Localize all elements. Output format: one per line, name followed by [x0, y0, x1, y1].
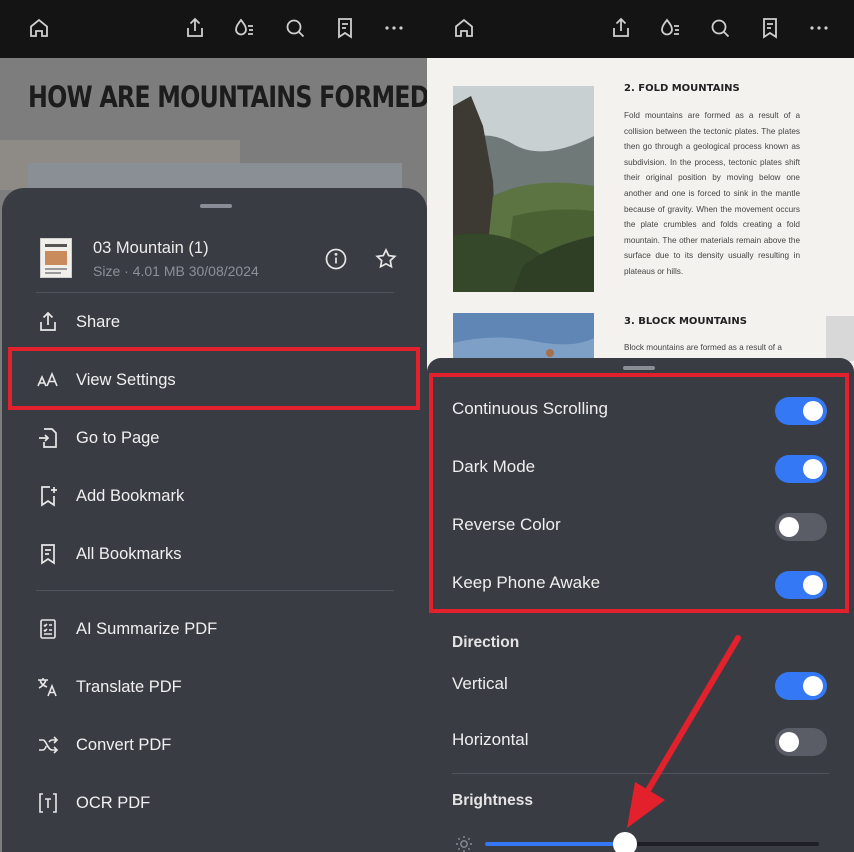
file-name: 03 Mountain (1)	[93, 239, 209, 257]
divider	[36, 590, 394, 591]
vertical-toggle[interactable]	[775, 672, 827, 700]
menu-item-add-bookmark[interactable]: Add Bookmark	[2, 470, 427, 522]
menu-label: Go to Page	[76, 428, 160, 447]
summarize-icon	[35, 616, 61, 642]
share-icon[interactable]	[181, 14, 209, 42]
go-to-page-icon	[35, 425, 61, 451]
divider	[452, 773, 829, 774]
menu-label: Translate PDF	[76, 677, 182, 696]
menu-item-share[interactable]: Share	[2, 296, 427, 348]
direction-heading: Direction	[452, 634, 520, 651]
star-icon[interactable]	[371, 244, 401, 274]
more-icon[interactable]	[380, 14, 408, 42]
right-screenshot: 2. FOLD MOUNTAINS Fold mountains are for…	[427, 0, 854, 852]
ink-drop-icon[interactable]	[656, 14, 684, 42]
home-icon[interactable]	[25, 14, 53, 42]
more-icon[interactable]	[805, 14, 833, 42]
menu-label: Add Bookmark	[76, 486, 185, 505]
menu-label: Share	[76, 312, 121, 331]
bookmarks-list-icon	[35, 541, 61, 567]
menu-item-go-to-page[interactable]: Go to Page	[2, 412, 427, 464]
menu-item-translate[interactable]: Translate PDF	[2, 661, 427, 713]
view-settings-highlight	[8, 347, 420, 410]
file-meta: Size · 4.01 MB 30/08/2024	[93, 263, 259, 279]
left-screenshot: HOW ARE MOUNTAINS FORMED? 03 Mountain (1…	[0, 0, 427, 852]
brightness-slider[interactable]	[485, 832, 819, 852]
direction-horizontal: Horizontal	[427, 721, 854, 761]
add-bookmark-icon	[35, 483, 61, 509]
divider	[36, 292, 394, 293]
menu-item-all-bookmarks[interactable]: All Bookmarks	[2, 528, 427, 580]
ocr-icon	[35, 790, 61, 816]
file-thumbnail	[40, 238, 72, 278]
file-options-sheet: 03 Mountain (1) Size · 4.01 MB 30/08/202…	[2, 188, 427, 852]
menu-item-convert[interactable]: Convert PDF	[2, 719, 427, 771]
bookmark-list-icon[interactable]	[331, 14, 359, 42]
home-icon[interactable]	[450, 14, 478, 42]
convert-icon	[35, 732, 61, 758]
brightness-slider-fill	[485, 842, 626, 846]
section-heading: 3. BLOCK MOUNTAINS	[624, 316, 747, 327]
share-icon[interactable]	[607, 14, 635, 42]
section-paragraph: Block mountains are formed as a result o…	[624, 343, 782, 352]
share-icon	[35, 309, 61, 335]
page-edge	[826, 316, 854, 361]
mountain-photo	[453, 86, 594, 292]
sheet-grab-handle[interactable]	[623, 366, 655, 370]
brightness-heading: Brightness	[452, 792, 533, 809]
translate-icon	[35, 674, 61, 700]
top-toolbar	[0, 0, 427, 58]
bookmark-list-icon[interactable]	[756, 14, 784, 42]
direction-label: Horizontal	[452, 730, 529, 749]
menu-label: Convert PDF	[76, 735, 172, 754]
section-paragraph: Fold mountains are formed as a result of…	[624, 111, 800, 276]
direction-label: Vertical	[452, 674, 508, 693]
section-heading: 2. FOLD MOUNTAINS	[624, 83, 740, 94]
menu-label: OCR PDF	[76, 793, 151, 812]
search-icon[interactable]	[706, 14, 734, 42]
horizontal-toggle[interactable]	[775, 728, 827, 756]
top-toolbar	[427, 0, 854, 58]
menu-label: AI Summarize PDF	[76, 619, 218, 638]
search-icon[interactable]	[281, 14, 309, 42]
sheet-grab-handle[interactable]	[200, 204, 232, 208]
direction-vertical: Vertical	[427, 665, 854, 705]
menu-item-ai-summarize[interactable]: AI Summarize PDF	[2, 603, 427, 655]
document-title: HOW ARE MOUNTAINS FORMED?	[28, 80, 427, 114]
menu-label: All Bookmarks	[76, 544, 182, 563]
ink-drop-icon[interactable]	[230, 14, 258, 42]
toggles-highlight	[429, 373, 849, 613]
brightness-slider-thumb[interactable]	[613, 832, 638, 852]
brightness-sun-icon	[456, 836, 472, 852]
info-icon[interactable]	[321, 244, 351, 274]
menu-item-ocr[interactable]: OCR PDF	[2, 777, 427, 829]
